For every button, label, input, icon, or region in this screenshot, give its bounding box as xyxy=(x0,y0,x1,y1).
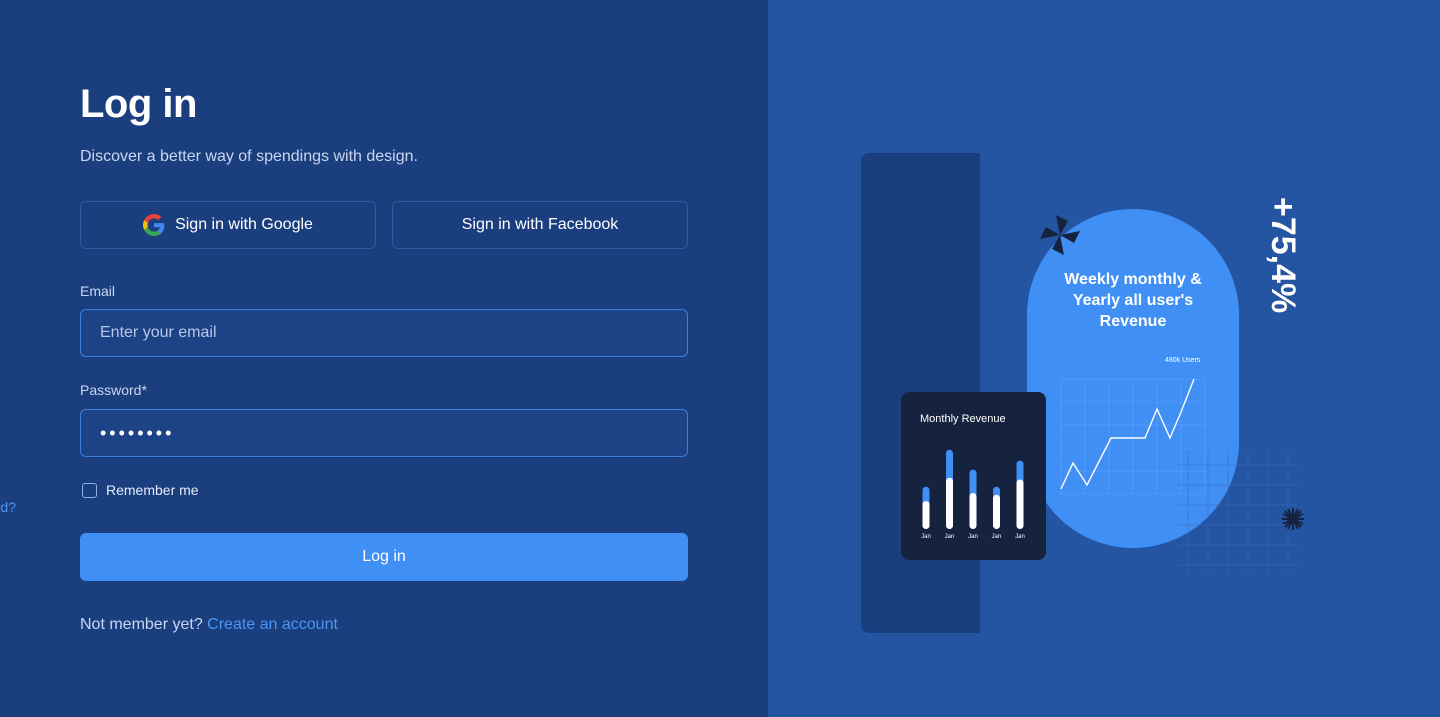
create-account-link[interactable]: Create an account xyxy=(207,616,338,633)
card-bar-2-label: Jan xyxy=(945,534,955,540)
remember-me-checkbox[interactable]: Remember me xyxy=(82,482,199,498)
password-field[interactable] xyxy=(80,409,688,457)
checkbox-box[interactable] xyxy=(82,482,97,498)
illustration-panel: Weekly monthly & Yearly all user's Reven… xyxy=(768,0,1440,717)
page-subtitle: Discover a better way of spendings with … xyxy=(80,148,418,165)
monthly-revenue-card: Monthly Revenue Jan Jan Jan Jan Jan xyxy=(901,392,1046,560)
login-button[interactable]: Log in xyxy=(80,533,688,581)
card-bar-3-value xyxy=(969,493,977,529)
user-growth-line xyxy=(1060,378,1195,490)
monthly-revenue-chart: Jan Jan Jan Jan Jan xyxy=(921,449,1025,540)
card-bar-5-label: Jan xyxy=(1015,534,1025,540)
google-icon xyxy=(143,214,165,236)
facebook-signin-button[interactable]: Sign in with Facebook xyxy=(392,201,688,249)
card-bar-4-label: Jan xyxy=(992,534,1002,540)
card-bar-2-value xyxy=(946,477,953,529)
forgot-password-link[interactable]: Forget password? xyxy=(0,483,16,515)
signup-prompt-text: Not member yet? xyxy=(80,616,203,633)
growth-percentage: +75,4% xyxy=(1264,197,1306,321)
login-panel: Log in Discover a better way of spending… xyxy=(0,0,768,717)
card-bar-3-label: Jan xyxy=(968,534,978,540)
google-signin-button[interactable]: Sign in with Google xyxy=(80,201,376,249)
card-bar-5-value xyxy=(1016,479,1024,529)
users-tag: 480k Users xyxy=(1165,357,1201,364)
password-label: Password* xyxy=(80,382,147,398)
email-field[interactable] xyxy=(80,309,688,357)
card-bar-4-value xyxy=(993,494,1000,529)
page-title: Log in xyxy=(80,82,197,126)
card-bar-1-label: Jan xyxy=(921,534,931,540)
grid-decoration xyxy=(1178,450,1298,575)
google-signin-label: Sign in with Google xyxy=(175,216,313,233)
remember-me-label: Remember me xyxy=(106,482,199,498)
signup-prompt: Not member yet? Create an account xyxy=(80,616,338,634)
starburst-icon xyxy=(1282,508,1304,530)
pinwheel-icon xyxy=(1040,215,1080,255)
card-bar-1-value xyxy=(922,501,930,529)
email-label: Email xyxy=(80,283,116,299)
growth-value: +75,4% xyxy=(1264,197,1302,314)
facebook-signin-label: Sign in with Facebook xyxy=(461,216,619,233)
